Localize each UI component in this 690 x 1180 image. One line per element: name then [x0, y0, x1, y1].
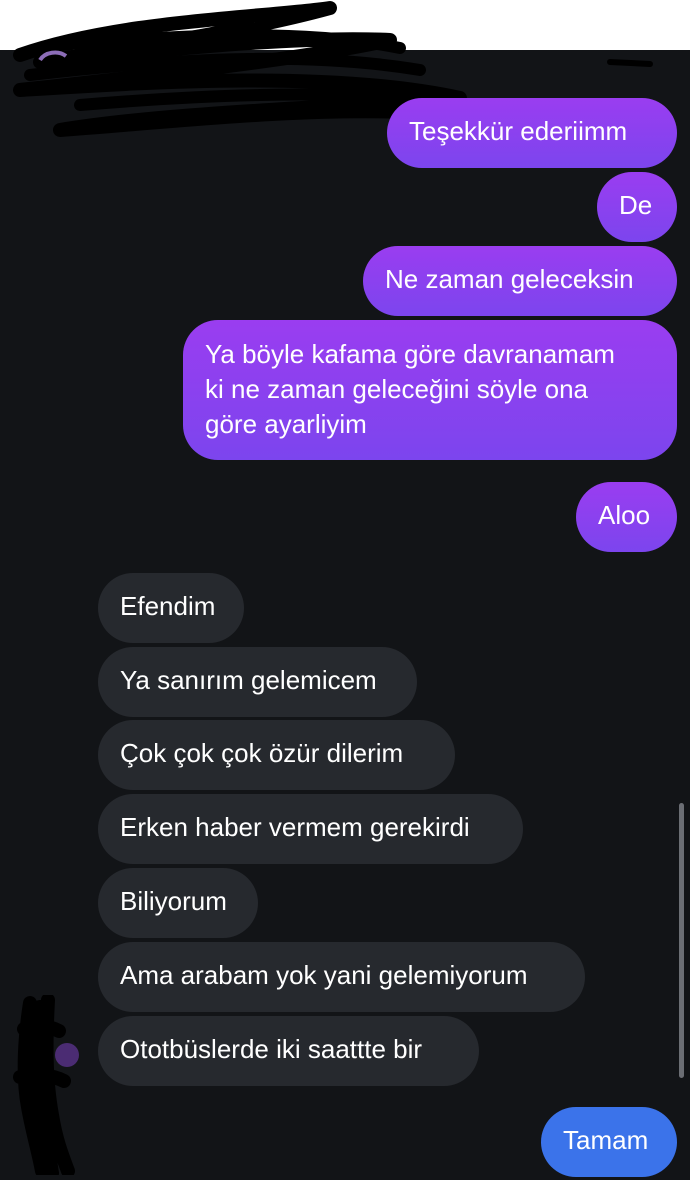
- message-bubble-incoming[interactable]: Efendim: [98, 573, 244, 643]
- message-text: Ama arabam yok yani gelemiyorum: [120, 960, 528, 990]
- message-text: Ne zaman geleceksin: [385, 264, 634, 294]
- message-bubble-outgoing-latest[interactable]: Tamam: [541, 1107, 677, 1177]
- message-bubble-outgoing[interactable]: Ne zaman geleceksin: [363, 246, 677, 316]
- message-bubble-incoming[interactable]: Erken haber vermem gerekirdi: [98, 794, 523, 864]
- message-bubble-incoming[interactable]: Ya sanırım gelemicem: [98, 647, 417, 717]
- message-text: De: [619, 190, 653, 220]
- message-text: Erken haber vermem gerekirdi: [120, 812, 470, 842]
- chat-screen: Teşekkür ederiimm De Ne zaman geleceksin…: [0, 0, 690, 1180]
- message-line: göre ayarliyim: [205, 409, 367, 439]
- message-bubble-outgoing[interactable]: De: [597, 172, 677, 242]
- message-line: Ya böyle kafama göre davranamam: [205, 339, 615, 369]
- message-bubble-incoming[interactable]: Çok çok çok özür dilerim: [98, 720, 455, 790]
- avatar-icon: [13, 995, 79, 1175]
- message-text: Teşekkür ederiimm: [409, 116, 628, 146]
- message-text: Tamam: [563, 1125, 649, 1155]
- message-line: ki ne zaman geleceğini söyle ona: [205, 374, 589, 404]
- message-bubble-outgoing[interactable]: Ya böyle kafama göre davranamam ki ne za…: [183, 320, 677, 460]
- message-bubble-outgoing[interactable]: Teşekkür ederiimm: [387, 98, 677, 168]
- message-bubble-incoming[interactable]: Biliyorum: [98, 868, 258, 938]
- message-bubble-incoming[interactable]: Ototbüslerde iki saattte bir: [98, 1016, 479, 1086]
- message-bubble-outgoing[interactable]: Aloo: [576, 482, 677, 552]
- message-text: Ototbüslerde iki saattte bir: [120, 1034, 423, 1064]
- message-text: Aloo: [598, 500, 651, 530]
- scrollbar[interactable]: [679, 803, 684, 1078]
- message-text: Biliyorum: [120, 886, 227, 916]
- message-text: Efendim: [120, 591, 216, 621]
- message-text: Ya sanırım gelemicem: [120, 665, 377, 695]
- message-text: Çok çok çok özür dilerim: [120, 738, 404, 768]
- message-bubble-incoming[interactable]: Ama arabam yok yani gelemiyorum: [98, 942, 585, 1012]
